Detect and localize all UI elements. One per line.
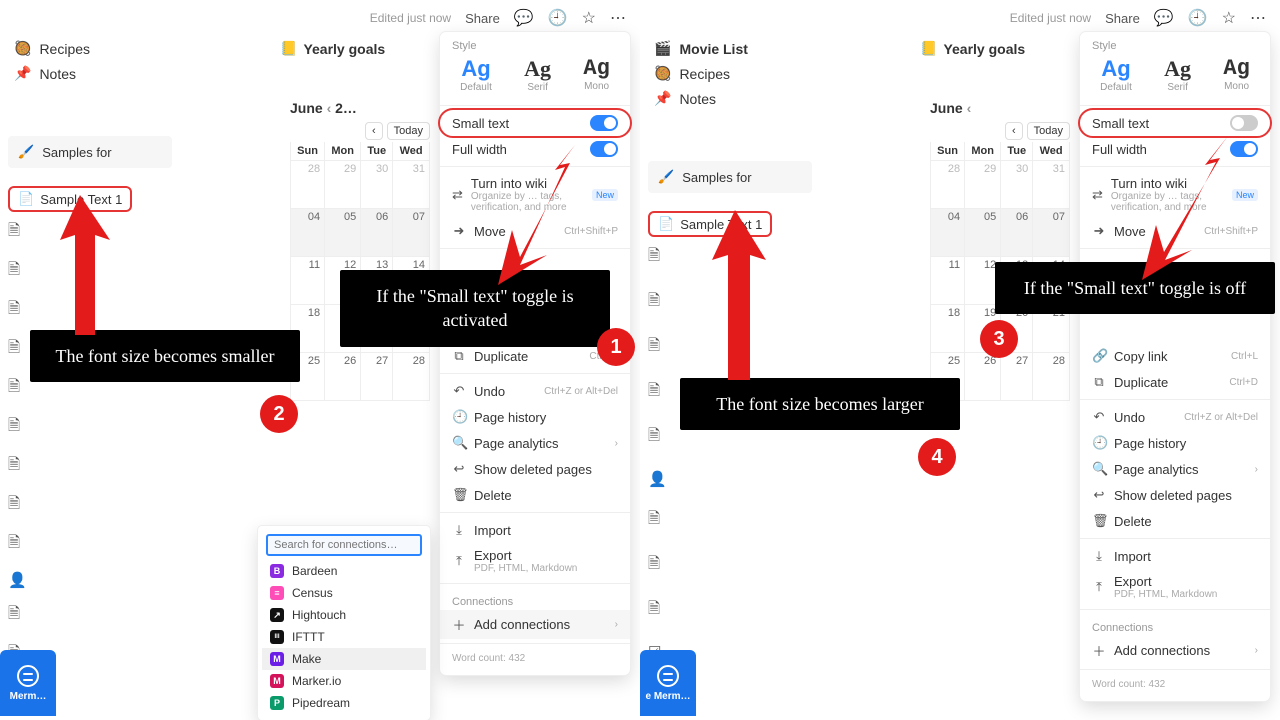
badge-4: 4 (918, 438, 956, 476)
spotify-widget[interactable]: Merm… (0, 650, 56, 716)
style-label: Style (1080, 32, 1270, 54)
page-analytics[interactable]: 🔍Page analytics› (440, 430, 630, 456)
doc-icon[interactable]: 🗎 (648, 508, 812, 533)
edited-label: Edited just now (1010, 11, 1091, 25)
small-text-toggle[interactable]: Small text (440, 110, 630, 136)
connections-search[interactable] (266, 534, 422, 556)
sidebar-samples-heading[interactable]: 🖌️Samples for (648, 161, 812, 193)
export[interactable]: ⤒ExportPDF, HTML, Markdown (440, 543, 630, 579)
calendar-today[interactable]: Today (1027, 122, 1070, 140)
style-label: Style (440, 32, 630, 54)
duplicate[interactable]: ⧉DuplicateCtrl+D (1080, 369, 1270, 395)
deleted-pages[interactable]: ↩︎Show deleted pages (440, 456, 630, 482)
doc-icon[interactable]: 🗎 (648, 598, 812, 623)
edited-label: Edited just now (370, 11, 451, 25)
badge-2: 2 (260, 395, 298, 433)
share-button[interactable]: Share (465, 11, 500, 26)
more-icon[interactable]: ⋯ (1250, 8, 1266, 28)
spotify-widget[interactable]: e Merm… (640, 650, 696, 716)
calendar-prev[interactable]: ‹ (1005, 122, 1023, 140)
conn-pipedream[interactable]: PPipedream (262, 692, 426, 714)
doc-icon[interactable]: 🗎 (648, 553, 812, 578)
doc-icon[interactable]: 🗎 (8, 454, 172, 479)
connections-label: Connections (440, 588, 630, 610)
calendar-month: June ‹ 2… (290, 100, 357, 116)
comment-icon[interactable]: 💬 (514, 8, 534, 28)
conn-bardeen[interactable]: BBardeen (262, 560, 426, 582)
undo[interactable]: ↶UndoCtrl+Z or Alt+Del (1080, 404, 1270, 430)
connections-label: Connections (1080, 614, 1270, 636)
conn-hightouch[interactable]: ↗Hightouch (262, 604, 426, 626)
calendar-today[interactable]: Today (387, 122, 430, 140)
star-icon[interactable]: ☆ (1222, 8, 1236, 28)
calendar-prev[interactable]: ‹ (365, 122, 383, 140)
undo[interactable]: ↶UndoCtrl+Z or Alt+Del (440, 378, 630, 404)
sidebar-item-movies[interactable]: 🎬Movie List (648, 36, 812, 61)
toggle-on-icon (590, 115, 618, 131)
word-count: Word count: 432 (1080, 674, 1270, 695)
doc-icon[interactable]: 🗎 (8, 493, 172, 518)
font-serif[interactable]: AgSerif (1164, 56, 1191, 93)
doc-icon[interactable]: 🗎 (8, 532, 172, 557)
sidebar-item-recipes[interactable]: 🥘Recipes (648, 61, 812, 86)
font-default[interactable]: AgDefault (1100, 56, 1132, 93)
connections-popup: BBardeen ≡Census ↗Hightouch IIIIFTTT MMa… (258, 526, 430, 720)
arrow-4 (700, 210, 790, 390)
sidebar-item-recipes[interactable]: 🥘Recipes (8, 36, 172, 61)
yearly-goals-link[interactable]: 📒Yearly goals (920, 40, 1025, 57)
export[interactable]: ⤒ExportPDF, HTML, Markdown (1080, 569, 1270, 605)
add-connections[interactable]: ＋Add connections› (440, 610, 630, 639)
delete[interactable]: 🗑Delete (440, 482, 630, 508)
toggle-off-icon (1230, 115, 1258, 131)
more-icon[interactable]: ⋯ (610, 8, 626, 28)
sidebar-samples-heading[interactable]: 🖌️Samples for (8, 136, 172, 168)
page-history[interactable]: 🕘Page history (440, 404, 630, 430)
font-mono[interactable]: AgMono (583, 56, 609, 93)
yearly-goals-link[interactable]: 📒Yearly goals (280, 40, 385, 57)
sidebar-item-notes[interactable]: 📌Notes (8, 61, 172, 86)
calendar: June ‹ 2… ‹ Today SunMonTueWed 28293031 … (290, 100, 430, 401)
word-count: Word count: 432 (440, 648, 630, 669)
font-default[interactable]: AgDefault (460, 56, 492, 93)
delete[interactable]: 🗑Delete (1080, 508, 1270, 534)
clock-icon[interactable]: 🕘 (1188, 8, 1208, 28)
page-analytics[interactable]: 🔍Page analytics› (1080, 456, 1270, 482)
doc-icon[interactable]: 🗎 (8, 603, 172, 628)
star-icon[interactable]: ☆ (582, 8, 596, 28)
conn-ifttt[interactable]: IIIIFTTT (262, 626, 426, 648)
comment-icon[interactable]: 💬 (1154, 8, 1174, 28)
import[interactable]: ⤓Import (1080, 543, 1270, 569)
badge-3: 3 (980, 320, 1018, 358)
deleted-pages[interactable]: ↩︎Show deleted pages (1080, 482, 1270, 508)
user-icon[interactable]: 👤 (648, 470, 812, 488)
doc-icon[interactable]: 🗎 (8, 415, 172, 440)
badge-1: 1 (597, 328, 635, 366)
clock-icon[interactable]: 🕘 (548, 8, 568, 28)
sidebar-item-notes[interactable]: 📌Notes (648, 86, 812, 111)
arrow-3 (1120, 130, 1250, 280)
copy-link[interactable]: 🔗Copy linkCtrl+L (1080, 343, 1270, 369)
screenshot-left: Edited just now Share 💬 🕘 ☆ ⋯ 🥘Recipes 📌… (0, 0, 640, 720)
conn-make[interactable]: MMake (262, 648, 426, 670)
conn-marker[interactable]: MMarker.io (262, 670, 426, 692)
screenshot-right: Edited just now Share 💬 🕘 ☆ ⋯ 🎬Movie Lis… (640, 0, 1280, 720)
share-button[interactable]: Share (1105, 11, 1140, 26)
conn-census[interactable]: ≡Census (262, 582, 426, 604)
import[interactable]: ⤓Import (440, 517, 630, 543)
page-history[interactable]: 🕘Page history (1080, 430, 1270, 456)
add-connections[interactable]: ＋Add connections› (1080, 636, 1270, 665)
calendar-month: June ‹ (930, 100, 971, 116)
arrow-1 (480, 135, 600, 285)
font-mono[interactable]: AgMono (1223, 56, 1249, 93)
font-serif[interactable]: AgSerif (524, 56, 551, 93)
user-icon[interactable]: 👤 (8, 571, 172, 589)
arrow-2 (50, 195, 130, 345)
